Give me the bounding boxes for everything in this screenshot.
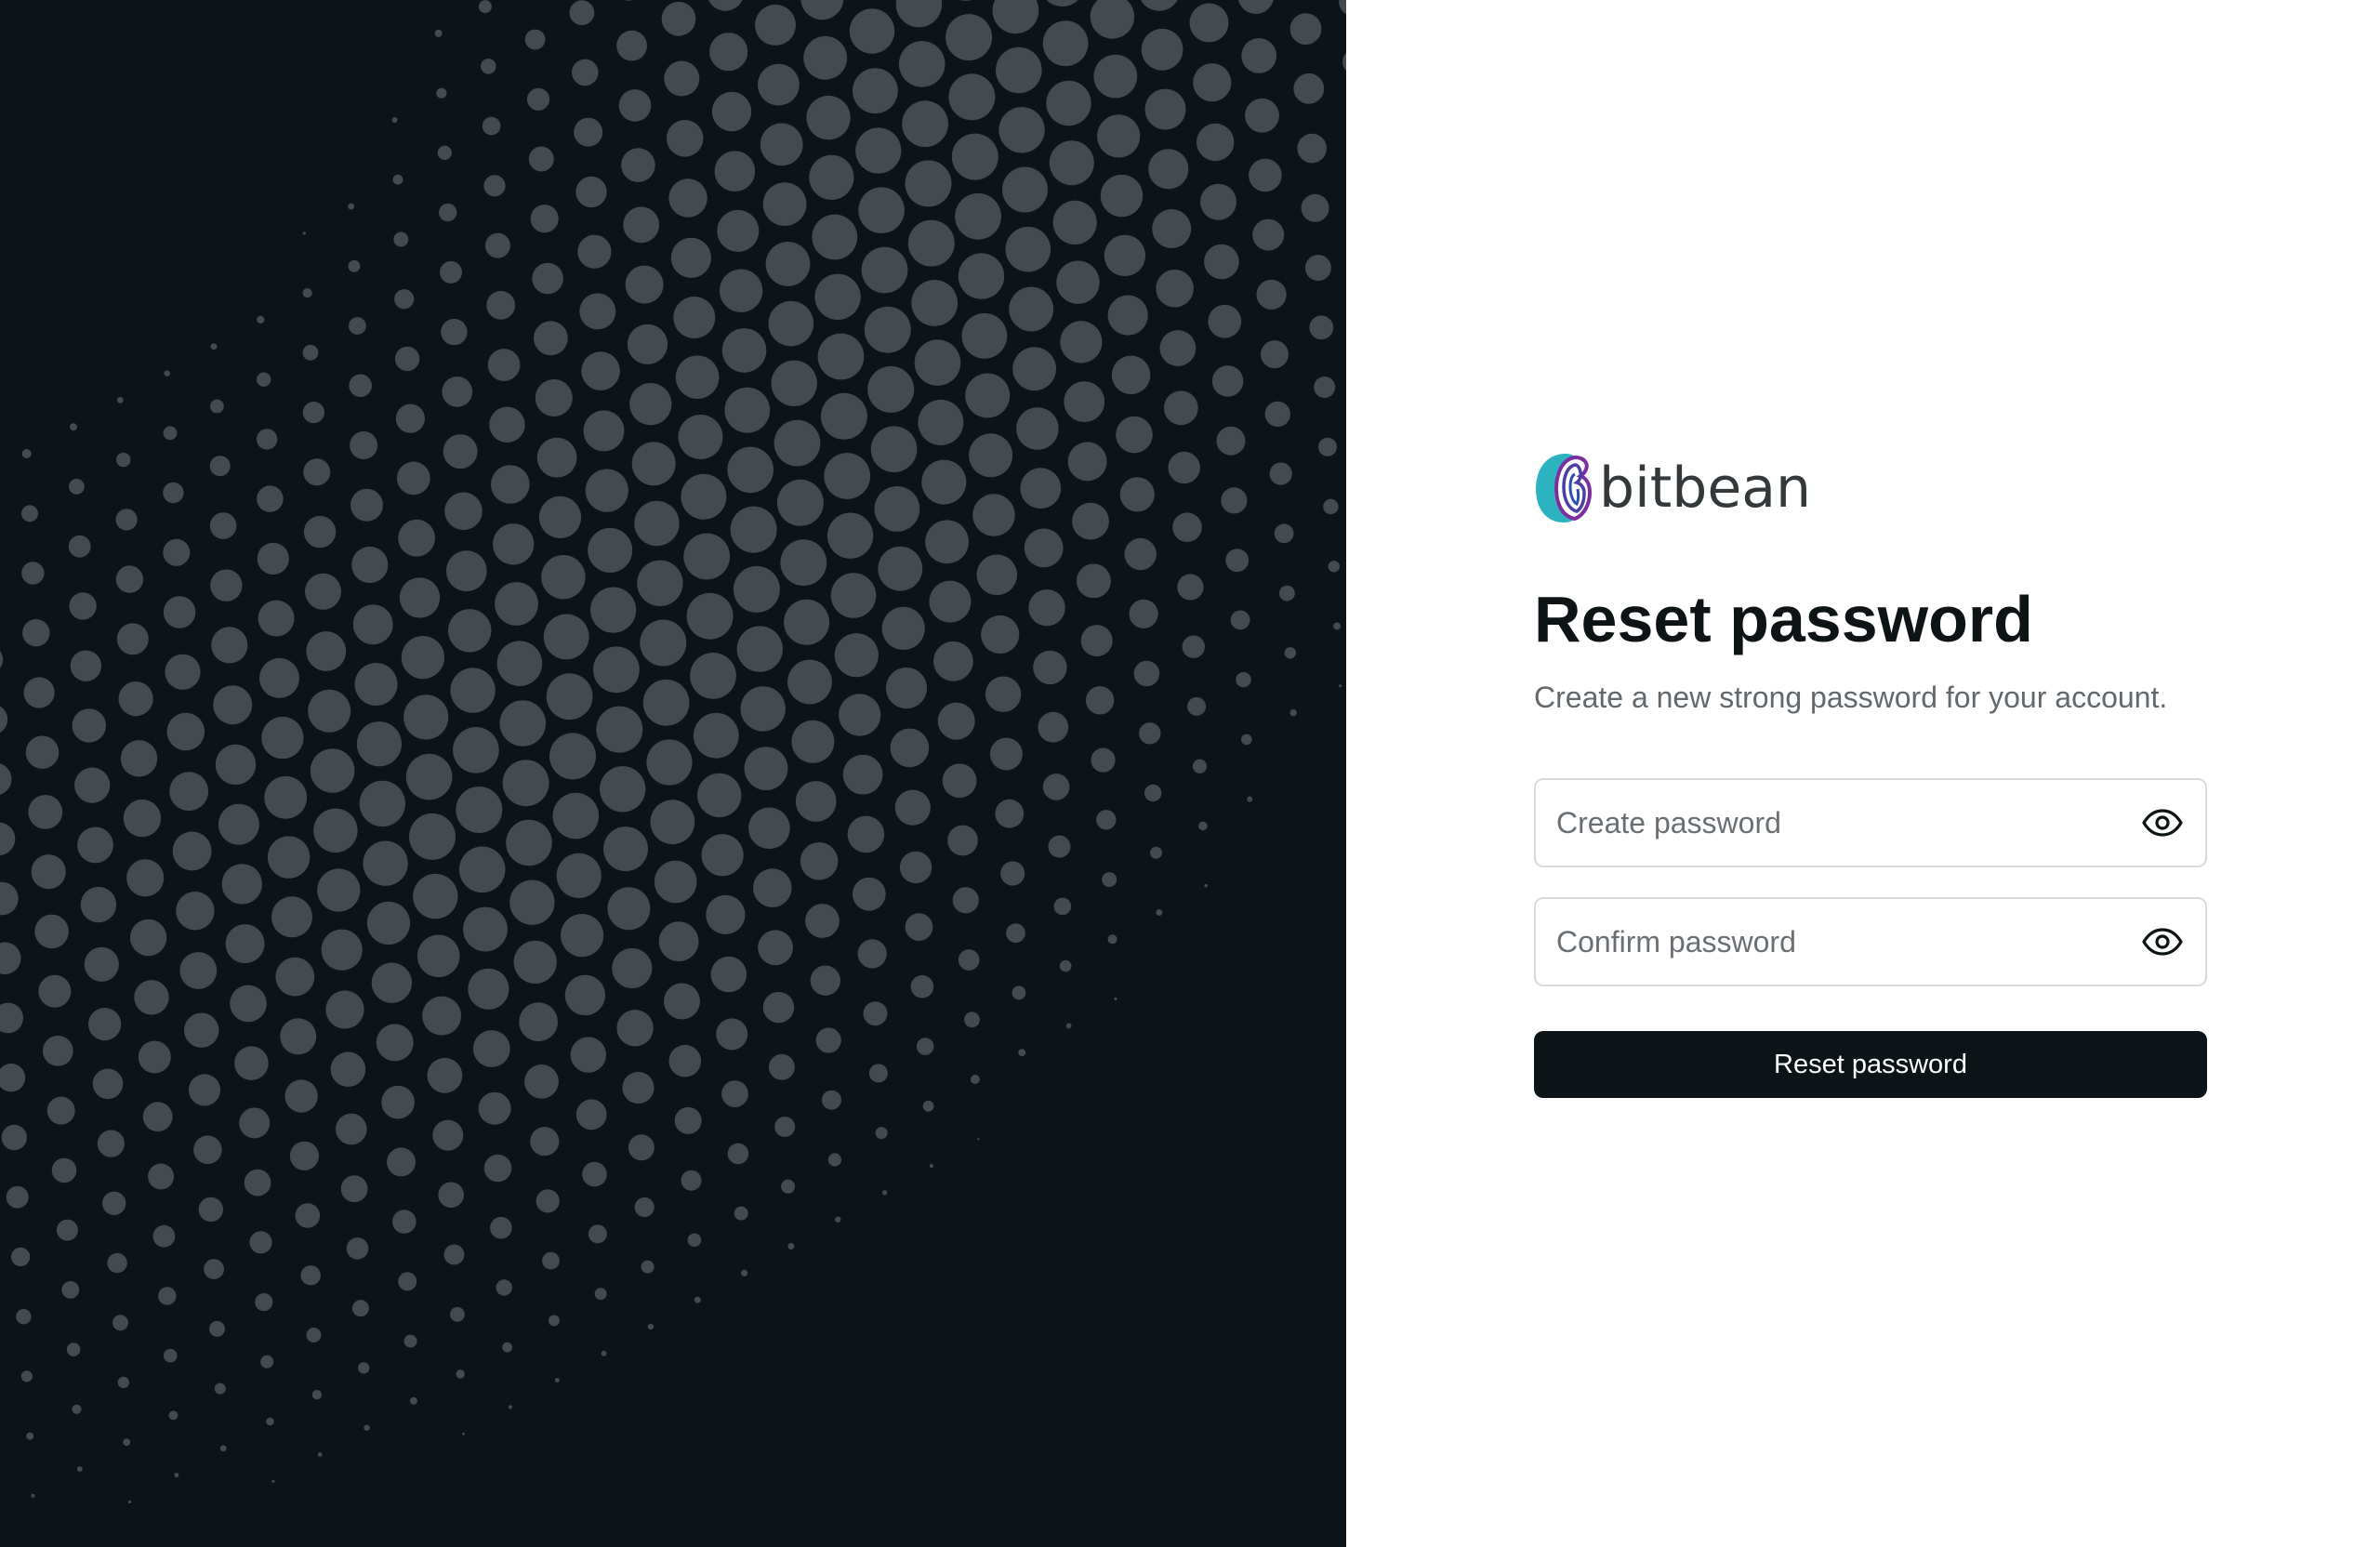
confirm-password-input[interactable] bbox=[1536, 900, 2077, 985]
page-subtitle: Create a new strong password for your ac… bbox=[1534, 681, 2168, 714]
brand-logo: bitbean bbox=[1534, 450, 2207, 526]
brand-name: bitbean bbox=[1599, 456, 1812, 521]
page-title: Reset password bbox=[1534, 583, 2033, 655]
create-password-field bbox=[1534, 778, 2207, 868]
reset-password-form: bitbean Reset password Create a new stro… bbox=[1534, 450, 2207, 1099]
form-panel: bitbean Reset password Create a new stro… bbox=[1346, 0, 2380, 1547]
eye-icon[interactable] bbox=[2142, 928, 2183, 956]
reset-password-button[interactable]: Reset password bbox=[1534, 1031, 2207, 1099]
create-password-input[interactable] bbox=[1536, 781, 2077, 866]
bitbean-fingerprint-logo-icon bbox=[1536, 454, 1592, 522]
eye-icon[interactable] bbox=[2142, 809, 2183, 837]
confirm-password-field bbox=[1534, 897, 2207, 987]
halftone-background-panel bbox=[0, 0, 1346, 1547]
halftone-dot-pattern bbox=[0, 0, 1346, 1504]
reset-password-page: bitbean Reset password Create a new stro… bbox=[0, 0, 2380, 1547]
